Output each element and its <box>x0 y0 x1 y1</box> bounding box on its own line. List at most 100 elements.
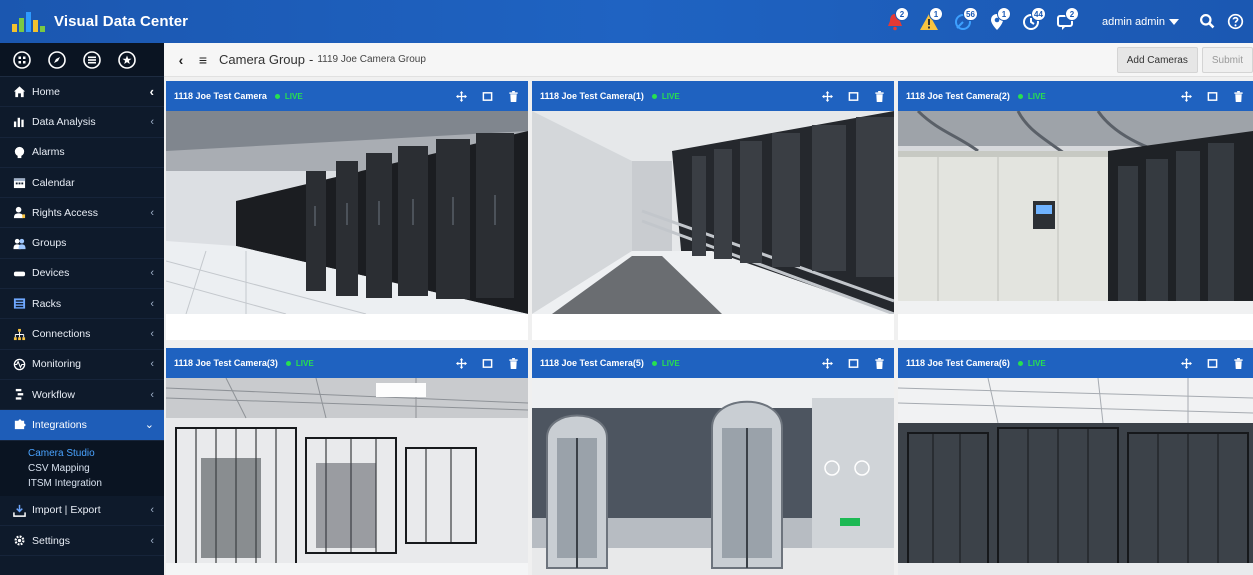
notification-badge: 1 <box>929 7 944 21</box>
submenu-item-itsm-integration[interactable]: ITSM Integration <box>28 476 164 491</box>
menu-icon[interactable]: ≡ <box>192 43 214 77</box>
maximize-icon[interactable] <box>847 357 859 369</box>
list-icon[interactable] <box>80 48 104 72</box>
help-icon[interactable] <box>1221 0 1249 43</box>
notification-badge: 2 <box>1065 7 1080 21</box>
sidebar: Home ‹ Data Analysis ‹ Alarms Calendar R… <box>0 43 164 575</box>
camera-tile[interactable]: 1118 Joe Test Camera(3) LIVE <box>166 348 528 575</box>
sidebar-item-calendar[interactable]: Calendar <box>0 168 164 199</box>
camera-header: 1118 Joe Test Camera(2) LIVE <box>898 81 1253 111</box>
live-indicator: LIVE <box>651 92 680 101</box>
message-icon[interactable]: 2 <box>1048 0 1082 43</box>
move-icon[interactable] <box>455 357 467 369</box>
live-dot-icon <box>1017 93 1023 99</box>
alert-bell-icon[interactable]: 2 <box>878 0 912 43</box>
sidebar-item-data-analysis[interactable]: Data Analysis ‹ <box>0 107 164 138</box>
submit-button[interactable]: Submit <box>1201 47 1253 73</box>
sidebar-item-groups[interactable]: Groups <box>0 228 164 259</box>
satellite-icon[interactable]: 56 <box>946 0 980 43</box>
move-icon[interactable] <box>1180 90 1192 102</box>
warning-icon[interactable]: 1 <box>912 0 946 43</box>
user-menu[interactable]: admin admin <box>1102 16 1179 28</box>
back-icon[interactable]: ‹ <box>170 43 192 77</box>
camera-feed <box>532 111 894 314</box>
maximize-icon[interactable] <box>481 357 493 369</box>
sidebar-item-rights-access[interactable]: Rights Access ‹ <box>0 198 164 229</box>
page-subtitle: 1119 Joe Camera Group <box>317 54 426 65</box>
puzzle-icon <box>12 418 26 432</box>
sidebar-nav: Home ‹ Data Analysis ‹ Alarms Calendar R… <box>0 77 164 441</box>
sidebar-item-racks[interactable]: Racks ‹ <box>0 289 164 320</box>
sidebar-item-connections[interactable]: Connections ‹ <box>0 319 164 350</box>
users-icon <box>12 236 26 250</box>
delete-icon[interactable] <box>1232 357 1244 369</box>
content-header: ‹ ≡ Camera Group - 1119 Joe Camera Group… <box>164 43 1253 77</box>
settings-icon <box>12 534 26 548</box>
live-label: LIVE <box>1027 91 1046 101</box>
camera-tile[interactable]: 1118 Joe Test Camera(6) LIVE <box>898 348 1253 575</box>
camera-header: 1118 Joe Test Camera(3) LIVE <box>166 348 528 378</box>
move-icon[interactable] <box>455 90 467 102</box>
chevron-left-icon: ‹ <box>149 84 154 100</box>
network-icon <box>12 327 26 341</box>
camera-title: 1118 Joe Test Camera(2) <box>906 91 1010 101</box>
delete-icon[interactable] <box>873 90 885 102</box>
move-icon[interactable] <box>821 357 833 369</box>
chevron-down-icon: ⌄ <box>144 419 154 432</box>
add-cameras-button[interactable]: Add Cameras <box>1116 47 1198 73</box>
sidebar-item-integrations[interactable]: Integrations ⌄ <box>0 410 164 441</box>
camera-title: 1118 Joe Test Camera(3) <box>174 358 278 368</box>
chevron-left-icon: ‹ <box>150 534 154 547</box>
title-separator: - <box>308 52 314 67</box>
sidebar-item-home[interactable]: Home ‹ <box>0 77 164 108</box>
sidebar-item-monitoring[interactable]: Monitoring ‹ <box>0 350 164 380</box>
camera-tile[interactable]: 1118 Joe Test Camera(2) LIVE <box>898 81 1253 340</box>
delete-icon[interactable] <box>507 357 519 369</box>
star-icon[interactable] <box>115 48 139 72</box>
camera-title: 1118 Joe Test Camera(5) <box>540 358 644 368</box>
camera-feed <box>166 378 528 575</box>
submenu-item-csv-mapping[interactable]: CSV Mapping <box>28 461 164 476</box>
camera-tile[interactable]: 1118 Joe Test Camera(5) LIVE <box>532 348 894 575</box>
move-icon[interactable] <box>1180 357 1192 369</box>
sidebar-item-settings[interactable]: Settings ‹ <box>0 526 164 557</box>
live-label: LIVE <box>295 358 314 368</box>
delete-icon[interactable] <box>873 357 885 369</box>
camera-header: 1118 Joe Test Camera(5) LIVE <box>532 348 894 378</box>
camera-feed <box>898 111 1253 314</box>
camera-tile[interactable]: 1118 Joe Test Camera(1) LIVE <box>532 81 894 340</box>
chevron-left-icon: ‹ <box>150 504 154 517</box>
sidebar-item-devices[interactable]: Devices ‹ <box>0 259 164 290</box>
delete-icon[interactable] <box>507 90 519 102</box>
sidebar-item-label: Home <box>32 85 61 98</box>
search-icon[interactable] <box>1193 0 1221 43</box>
apps-icon[interactable] <box>10 48 34 72</box>
brand[interactable]: Visual Data Center <box>0 0 188 43</box>
sidebar-item-label: Racks <box>32 297 62 310</box>
location-pin-icon[interactable]: 1 <box>980 0 1014 43</box>
chevron-left-icon: ‹ <box>150 115 154 128</box>
sidebar-item-label: Calendar <box>32 176 75 189</box>
maximize-icon[interactable] <box>1206 90 1218 102</box>
camera-header: 1118 Joe Test Camera LIVE <box>166 81 528 111</box>
maximize-icon[interactable] <box>1206 357 1218 369</box>
app-window: Visual Data Center 2 1 56 1 44 2 admin a… <box>0 0 1253 575</box>
maximize-icon[interactable] <box>481 90 493 102</box>
refresh-clock-icon[interactable]: 44 <box>1014 0 1048 43</box>
camera-header: 1118 Joe Test Camera(1) LIVE <box>532 81 894 111</box>
alarm-icon <box>12 145 26 159</box>
live-dot-icon <box>651 360 657 366</box>
maximize-icon[interactable] <box>847 90 859 102</box>
sidebar-item-label: Alarms <box>32 146 65 159</box>
compass-icon[interactable] <box>45 48 69 72</box>
sidebar-item-alarms[interactable]: Alarms <box>0 138 164 168</box>
submenu-item-camera-studio[interactable]: Camera Studio <box>28 446 164 461</box>
sidebar-nav-bottom: Import | Export ‹ Settings ‹ <box>0 496 164 557</box>
move-icon[interactable] <box>821 90 833 102</box>
camera-tile[interactable]: 1118 Joe Test Camera LIVE <box>166 81 528 340</box>
sidebar-item-import-export[interactable]: Import | Export ‹ <box>0 496 164 526</box>
sidebar-item-label: Workflow <box>32 388 75 401</box>
chevron-down-icon <box>1169 18 1179 25</box>
delete-icon[interactable] <box>1232 90 1244 102</box>
sidebar-item-workflow[interactable]: Workflow ‹ <box>0 380 164 411</box>
